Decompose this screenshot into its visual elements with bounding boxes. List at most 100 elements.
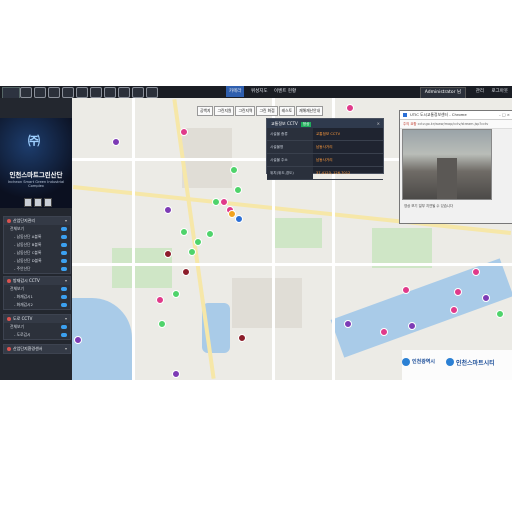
list-item[interactable]: - 화재감시2: [4, 301, 70, 309]
map-marker[interactable]: [380, 328, 388, 336]
section-industrial: 산업단지관리 ▾ 전체보기 - 남동산단 A블록 - 남동산단 B블록 - 남동산…: [3, 216, 71, 274]
print-icon[interactable]: [76, 87, 88, 98]
map-tab[interactable]: 그린지역: [235, 106, 256, 116]
list-item[interactable]: - 도로감시: [4, 331, 70, 339]
map-tab[interactable]: 그린 화점: [256, 106, 278, 116]
info-panel-title: 교통정보 CCTV: [271, 121, 298, 126]
grid-view-icon[interactable]: [34, 198, 42, 207]
map-marker[interactable]: [344, 320, 352, 328]
map-tab[interactable]: 공백지: [197, 106, 214, 116]
map-marker[interactable]: [172, 290, 180, 298]
list-view-icon[interactable]: [24, 198, 32, 207]
tool-icon-group: [20, 87, 158, 98]
map-marker[interactable]: [180, 228, 188, 236]
map-marker[interactable]: [74, 336, 82, 344]
map-marker[interactable]: [172, 370, 180, 378]
chevron-down-icon[interactable]: ▾: [65, 277, 67, 285]
map-marker[interactable]: [164, 250, 172, 258]
visibility-toggle[interactable]: [61, 295, 67, 299]
visibility-toggle[interactable]: [61, 303, 67, 307]
home-icon[interactable]: [20, 87, 32, 98]
search-icon[interactable]: [104, 87, 116, 98]
list-item[interactable]: - 남동산단 D블록: [4, 257, 70, 265]
visibility-toggle[interactable]: [61, 267, 67, 271]
map-marker[interactable]: [402, 286, 410, 294]
map-marker[interactable]: [112, 138, 120, 146]
section-header[interactable]: 산업단지관리 ▾: [4, 217, 70, 225]
map-tab[interactable]: 그린지원: [214, 106, 235, 116]
area-icon[interactable]: [62, 87, 74, 98]
map-marker[interactable]: [230, 166, 238, 174]
zoom-out-icon[interactable]: [132, 87, 144, 98]
tab-event-status[interactable]: 이벤트 현황: [271, 86, 299, 97]
section-header[interactable]: 산업단지환경센서 ▾: [4, 345, 70, 353]
visibility-toggle[interactable]: [61, 287, 67, 291]
detail-view-icon[interactable]: [44, 198, 52, 207]
list-item-label: 전체보기: [10, 286, 24, 291]
zoom-in-icon[interactable]: [118, 87, 130, 98]
section-header[interactable]: 방재감시 CCTV ▾: [4, 277, 70, 285]
layers-icon[interactable]: [34, 87, 46, 98]
logo-strip: 인천광역시 인천스마트시티: [402, 350, 512, 380]
chevron-down-icon[interactable]: ▾: [65, 217, 67, 225]
map-marker[interactable]: [346, 104, 354, 112]
map-marker[interactable]: [454, 288, 462, 296]
reset-icon[interactable]: [146, 87, 158, 98]
road-lane: [437, 158, 457, 199]
map-marker[interactable]: [212, 198, 220, 206]
map-marker[interactable]: [496, 310, 504, 318]
window-controls-icon[interactable]: – □ ×: [499, 111, 510, 119]
measure-icon[interactable]: [48, 87, 60, 98]
list-item[interactable]: - 화재감시1: [4, 293, 70, 301]
chevron-down-icon[interactable]: ▾: [65, 345, 67, 353]
tab-camera[interactable]: 카메라: [226, 86, 245, 97]
list-item[interactable]: - 남동산단 B블록: [4, 241, 70, 249]
visibility-toggle[interactable]: [61, 251, 67, 255]
visibility-toggle[interactable]: [61, 325, 67, 329]
visibility-toggle[interactable]: [61, 243, 67, 247]
list-item[interactable]: 전체보기: [4, 323, 70, 331]
save-icon[interactable]: [90, 87, 102, 98]
visibility-toggle[interactable]: [61, 227, 67, 231]
map-marker[interactable]: [234, 186, 242, 194]
visibility-toggle[interactable]: [61, 259, 67, 263]
map-marker[interactable]: [220, 198, 228, 206]
close-icon[interactable]: ×: [377, 119, 380, 128]
security-warning: 주의 요함: [403, 122, 417, 126]
map-marker[interactable]: [158, 320, 166, 328]
map-tab[interactable]: 재해재난안내: [296, 106, 324, 116]
map-marker[interactable]: [188, 248, 196, 256]
section-header[interactable]: 도로 CCTV ▾: [4, 315, 70, 323]
map-marker[interactable]: [206, 230, 214, 238]
map-marker[interactable]: [482, 294, 490, 302]
address-bar[interactable]: 주의 요함 cctv.go.kr/www/map/cctv/stream.jsp…: [400, 120, 512, 129]
map-marker[interactable]: [472, 268, 480, 276]
map-tab-bar: 공백지 그린지원 그린지역 그린 화점 레스토 재해재난안내: [197, 106, 324, 116]
table-row: 시설물 종류 교통정보 CCTV: [267, 128, 383, 141]
map-marker[interactable]: [194, 238, 202, 246]
list-item-label: - 남동산단 C블록: [14, 250, 42, 255]
map-marker[interactable]: [408, 322, 416, 330]
list-item[interactable]: - 남동산단 A블록: [4, 233, 70, 241]
popup-titlebar[interactable]: UTIC 도시교통정보센터 - Chrome – □ ×: [400, 111, 512, 120]
logout-button[interactable]: 로그아웃: [491, 87, 508, 97]
tab-satellite[interactable]: 위성지도: [248, 86, 271, 97]
map-marker[interactable]: [235, 215, 243, 223]
map-marker[interactable]: [156, 296, 164, 304]
list-item[interactable]: - 남동산단 C블록: [4, 249, 70, 257]
map-marker[interactable]: [238, 334, 246, 342]
admin-button[interactable]: 관리: [476, 87, 484, 97]
map-tab[interactable]: 레스토: [278, 106, 296, 116]
chevron-down-icon[interactable]: ▾: [65, 315, 67, 323]
map-marker[interactable]: [450, 306, 458, 314]
list-item[interactable]: 전체보기: [4, 225, 70, 233]
visibility-toggle[interactable]: [61, 333, 67, 337]
visibility-toggle[interactable]: [61, 235, 67, 239]
map-marker[interactable]: [164, 206, 172, 214]
cctv-video-feed[interactable]: [402, 129, 492, 200]
list-item[interactable]: 전체보기: [4, 285, 70, 293]
map-marker[interactable]: [180, 128, 188, 136]
map-marker[interactable]: [182, 268, 190, 276]
list-item[interactable]: - 주안산단: [4, 265, 70, 273]
map-view[interactable]: 공백지 그린지원 그린지역 그린 화점 레스토 재해재난안내 교통정보 CCTV…: [72, 98, 512, 380]
